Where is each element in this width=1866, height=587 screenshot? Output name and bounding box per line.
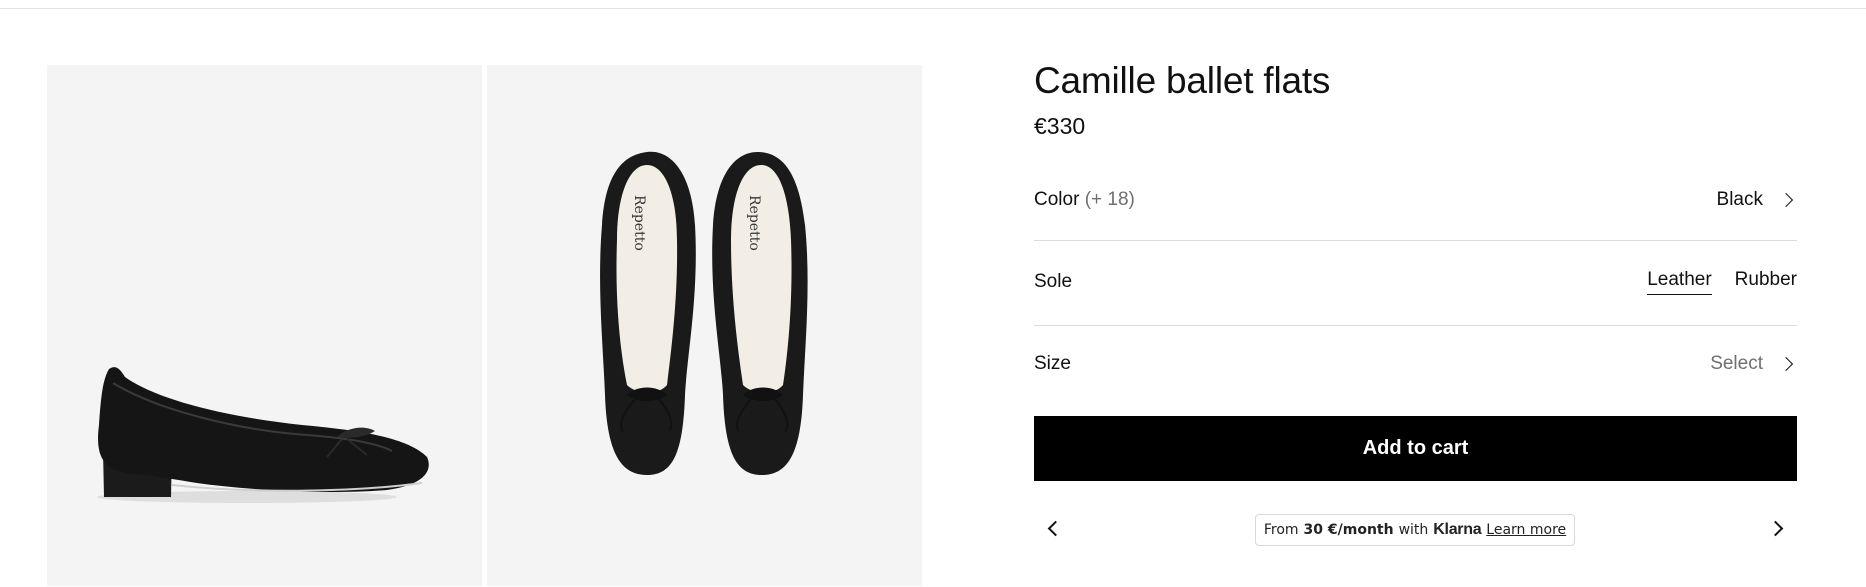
klarna-amount: 30 €/month bbox=[1303, 522, 1394, 538]
color-label-group: Color (+ 18) bbox=[1034, 189, 1135, 211]
chevron-right-icon bbox=[1778, 192, 1794, 208]
divider bbox=[1034, 325, 1797, 326]
product-image-side[interactable] bbox=[47, 65, 482, 586]
sole-options: Leather Rubber bbox=[1647, 269, 1797, 295]
carousel-prev-button[interactable] bbox=[1042, 516, 1066, 540]
chevron-left-icon bbox=[1047, 520, 1064, 537]
product-title: Camille ballet flats bbox=[1034, 60, 1331, 101]
brand-print-right: Repetto bbox=[746, 195, 762, 251]
sole-option-leather[interactable]: Leather bbox=[1647, 269, 1712, 295]
color-value: Black bbox=[1716, 189, 1763, 210]
klarna-learn-more-link[interactable]: Learn more bbox=[1486, 522, 1566, 538]
size-value-group[interactable]: Select bbox=[1710, 353, 1797, 375]
shoe-pair-illustration: Repetto Repetto bbox=[600, 151, 808, 475]
color-value-group[interactable]: Black bbox=[1717, 189, 1797, 211]
chevron-right-icon bbox=[1778, 356, 1794, 372]
klarna-prefix: From bbox=[1263, 522, 1299, 538]
chevron-right-icon bbox=[1767, 520, 1784, 537]
product-image-top[interactable]: Repetto Repetto bbox=[487, 65, 922, 586]
carousel-next-button[interactable] bbox=[1765, 516, 1789, 540]
color-extra-count: (+ 18) bbox=[1084, 189, 1135, 210]
header-divider bbox=[0, 8, 1866, 9]
divider bbox=[1034, 240, 1797, 241]
sole-label: Sole bbox=[1034, 271, 1073, 292]
add-to-cart-button[interactable]: Add to cart bbox=[1034, 416, 1797, 481]
size-value: Select bbox=[1710, 353, 1763, 374]
size-selector[interactable]: Size Select bbox=[1034, 344, 1797, 384]
color-label: Color bbox=[1034, 189, 1080, 210]
sole-option-rubber[interactable]: Rubber bbox=[1735, 269, 1797, 295]
shoe-side-illustration bbox=[97, 367, 429, 503]
klarna-banner: From 30 €/month with Klarna Learn more bbox=[1255, 514, 1575, 546]
klarna-middle: with bbox=[1398, 522, 1429, 538]
brand-print-left: Repetto bbox=[631, 195, 647, 251]
product-price: €330 bbox=[1034, 113, 1086, 139]
sole-selector: Sole Leather Rubber bbox=[1034, 262, 1797, 302]
klarna-logo: Klarna bbox=[1433, 521, 1482, 538]
color-selector[interactable]: Color (+ 18) Black bbox=[1034, 180, 1797, 220]
size-label: Size bbox=[1034, 353, 1071, 374]
